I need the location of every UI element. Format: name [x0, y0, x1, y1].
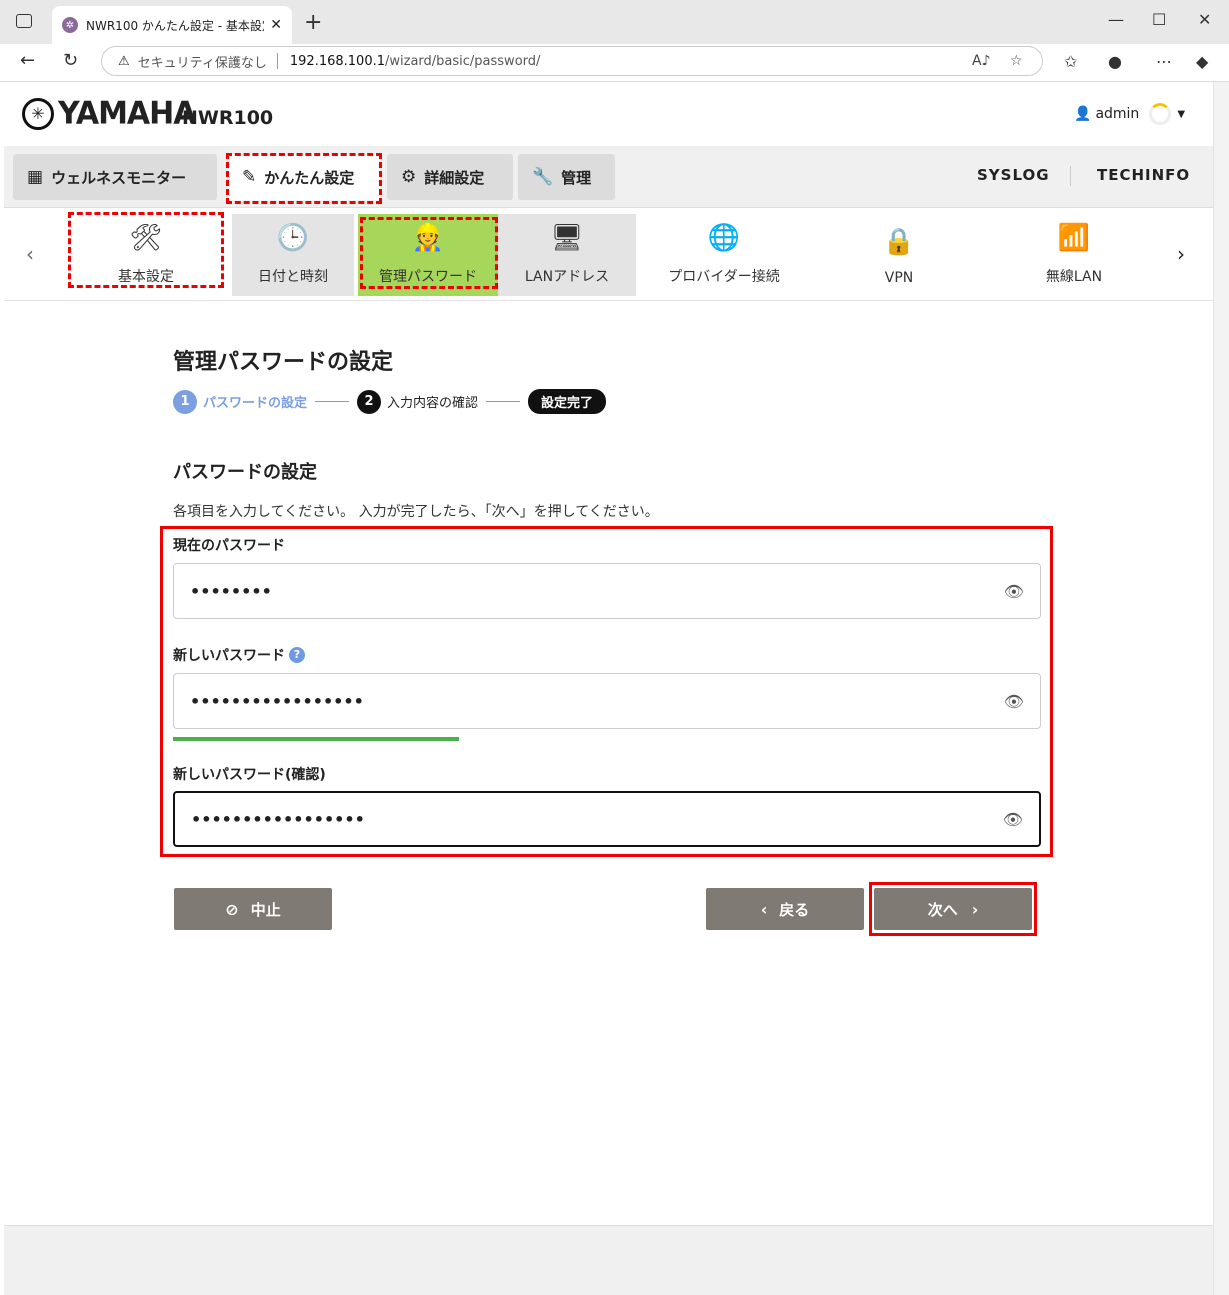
- vpn-lock-icon: 🔒: [882, 227, 916, 257]
- cancel-label: 中止: [250, 900, 281, 919]
- favorite-star-icon[interactable]: ☆: [1010, 53, 1023, 69]
- subnav-provider-label: プロバイダー接続: [668, 269, 780, 285]
- step-indicator: 1 パスワードの設定 2 入力内容の確認 設定完了: [173, 389, 607, 414]
- maximize-icon[interactable]: ☐: [1152, 10, 1166, 29]
- url-host: 192.168.100.1: [289, 53, 385, 69]
- copilot-icon[interactable]: ◆: [1196, 52, 1208, 71]
- back-icon[interactable]: ←: [20, 50, 35, 71]
- step2-label: 入力内容の確認: [387, 396, 479, 411]
- url-path: /wizard/basic/password/: [385, 53, 541, 69]
- page-footer: [4, 1225, 1213, 1295]
- highlight-next-button: [869, 882, 1037, 936]
- subnav-wireless-lan[interactable]: 📶 無線LAN: [1030, 214, 1118, 296]
- subnav-wireless-label: 無線LAN: [1045, 269, 1103, 285]
- close-tab-icon[interactable]: ✕: [270, 17, 282, 33]
- prohibit-icon: ⊘: [225, 899, 239, 919]
- brand-name: YAMAHA: [58, 95, 196, 132]
- scrollbar[interactable]: [1213, 82, 1229, 1295]
- menu-admin[interactable]: 🔧 管理: [518, 154, 615, 200]
- browser-tab[interactable]: ✲ NWR100 かんたん設定 - 基本設定 - ✕: [52, 6, 292, 44]
- chevron-right-icon[interactable]: ›: [1177, 242, 1185, 266]
- yamaha-logo: ✳ YAMAHA: [22, 95, 196, 132]
- url-separator: [276, 53, 278, 69]
- warning-icon: ⚠: [118, 53, 130, 69]
- menu-wellness-monitor[interactable]: ▦ ウェルネスモニター: [13, 154, 217, 200]
- caret-down-icon: ▼: [1177, 108, 1186, 120]
- syslog-link[interactable]: SYSLOG: [977, 166, 1050, 184]
- subnav-lan-address[interactable]: 🖥 LANアドレス: [498, 214, 636, 296]
- menu-admin-label: 管理: [561, 168, 592, 187]
- new-tab-icon[interactable]: +: [304, 10, 322, 35]
- step-connector: [315, 401, 350, 402]
- menu-advanced-settings[interactable]: ⚙ 詳細設定: [387, 154, 513, 200]
- lan-computer-icon: 🖥: [550, 223, 584, 253]
- browser-titlebar: ✲ NWR100 かんたん設定 - 基本設定 - ✕ + — ☐ ✕: [0, 0, 1229, 44]
- highlight-password-fields: [160, 526, 1053, 857]
- read-aloud-icon[interactable]: A♪: [972, 53, 991, 69]
- user-icon: 👤: [1074, 106, 1092, 122]
- chevron-left-icon[interactable]: ‹: [26, 242, 34, 266]
- step2-number: 2: [357, 389, 382, 414]
- back-button[interactable]: ‹ 戻る: [706, 888, 864, 930]
- subnav-vpn[interactable]: 🔒 VPN: [860, 214, 938, 296]
- more-menu-icon[interactable]: ⋯: [1156, 52, 1172, 71]
- highlight-basic-settings: [68, 212, 224, 288]
- step1-number: 1: [173, 389, 197, 414]
- step-connector: [486, 401, 521, 402]
- cancel-button[interactable]: ⊘ 中止: [174, 888, 332, 930]
- tab-title: NWR100 かんたん設定 - 基本設定 -: [86, 18, 265, 33]
- wrench-icon: 🔧: [532, 167, 554, 187]
- profile-icon[interactable]: ●: [1108, 52, 1122, 71]
- user-menu[interactable]: 👤 admin ▼: [1074, 103, 1185, 125]
- back-label: 戻る: [779, 900, 810, 919]
- favorites-icon[interactable]: ✩: [1064, 52, 1077, 71]
- model-name: NWR100: [182, 107, 274, 129]
- gear-icon: ⚙: [401, 167, 417, 187]
- security-label: セキュリティ保護なし: [137, 55, 267, 71]
- step1-label: パスワードの設定: [203, 396, 308, 411]
- globe-icon: 🌐: [707, 223, 741, 253]
- menu-wellness-label: ウェルネスモニター: [51, 168, 187, 187]
- subnav-vpn-label: VPN: [884, 270, 914, 286]
- reload-icon[interactable]: ↻: [63, 50, 78, 71]
- dashboard-icon: ▦: [27, 167, 44, 187]
- chevron-left-icon: ‹: [760, 899, 768, 919]
- tuning-fork-icon: ✳: [22, 97, 54, 130]
- user-name: admin: [1095, 106, 1140, 122]
- minimize-icon[interactable]: —: [1108, 10, 1124, 29]
- close-window-icon[interactable]: ✕: [1198, 10, 1211, 29]
- loading-ring-icon: [1149, 103, 1172, 125]
- wifi-icon: 📶: [1057, 223, 1091, 253]
- url-bar[interactable]: ⚠ セキュリティ保護なし 192.168.100.1/wizard/basic/…: [101, 46, 1043, 76]
- tab-actions-icon[interactable]: [16, 14, 32, 28]
- clock-calendar-icon: 🕒: [276, 223, 310, 253]
- section-title: パスワードの設定: [173, 462, 317, 483]
- instruction-text: 各項目を入力してください。 入力が完了したら、「次へ」を押してください。: [173, 504, 659, 520]
- subnav-lan-label: LANアドレス: [524, 269, 610, 285]
- highlight-admin-password: [360, 217, 498, 289]
- subnav-provider-connection[interactable]: 🌐 プロバイダー接続: [650, 214, 798, 296]
- step3-badge: 設定完了: [528, 389, 607, 414]
- menu-advanced-label: 詳細設定: [424, 168, 485, 187]
- page-title: 管理パスワードの設定: [173, 350, 394, 375]
- subnav-date-label: 日付と時刻: [258, 269, 328, 285]
- techinfo-link[interactable]: TECHINFO: [1097, 166, 1190, 184]
- favicon-icon: ✲: [62, 17, 78, 33]
- subnav-date-time[interactable]: 🕒 日付と時刻: [232, 214, 354, 296]
- menu-separator: [1070, 166, 1071, 186]
- highlight-easy-setup: [226, 153, 382, 204]
